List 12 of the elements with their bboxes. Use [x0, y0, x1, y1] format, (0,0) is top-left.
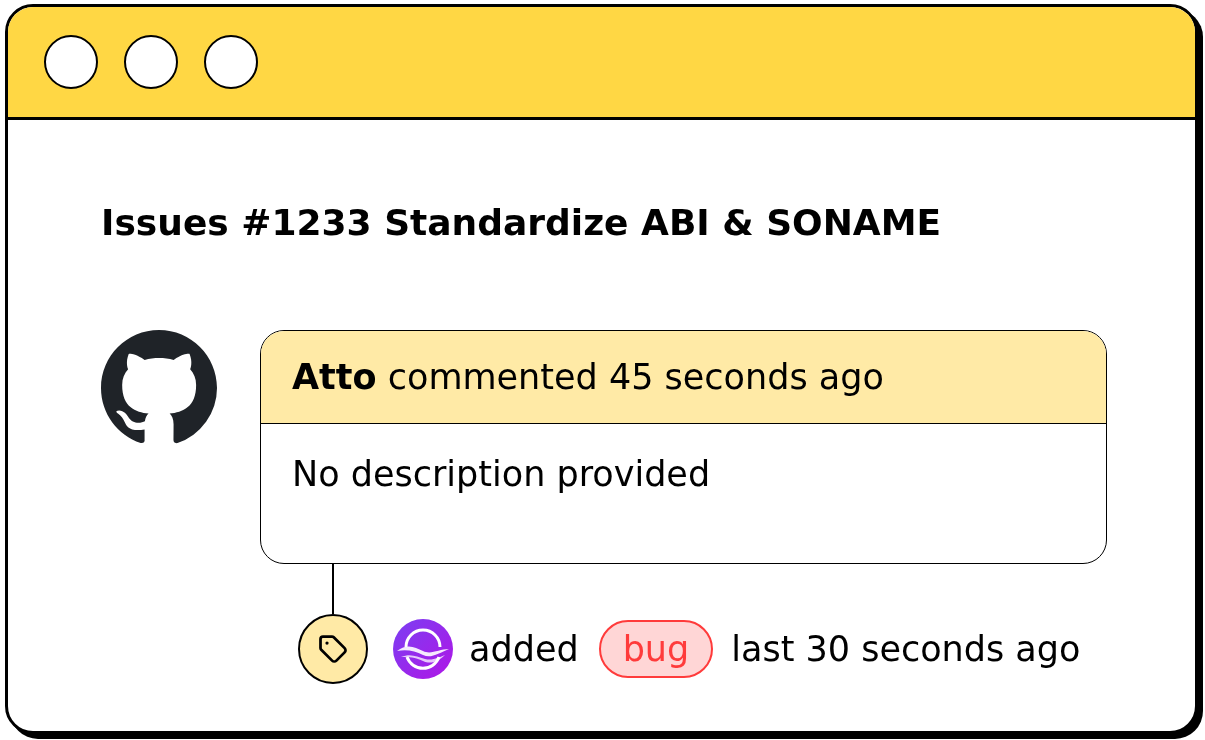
issue-title: Issues #1233 Standardize ABI & SONAME [101, 201, 942, 245]
event-action: added [469, 629, 579, 669]
comment-body: No description provided [292, 454, 711, 494]
comment-meta: Atto commented 45 seconds ago [292, 357, 884, 397]
cat-logo-icon [101, 330, 217, 446]
window-control-icon[interactable] [124, 35, 178, 89]
window-control-icon[interactable] [44, 35, 98, 89]
label-tag[interactable]: bug [598, 620, 714, 678]
window-control-icon[interactable] [204, 35, 258, 89]
wave-logo-icon [393, 619, 453, 679]
tag-icon [298, 614, 368, 684]
event-time: last 30 seconds ago [731, 629, 1081, 669]
